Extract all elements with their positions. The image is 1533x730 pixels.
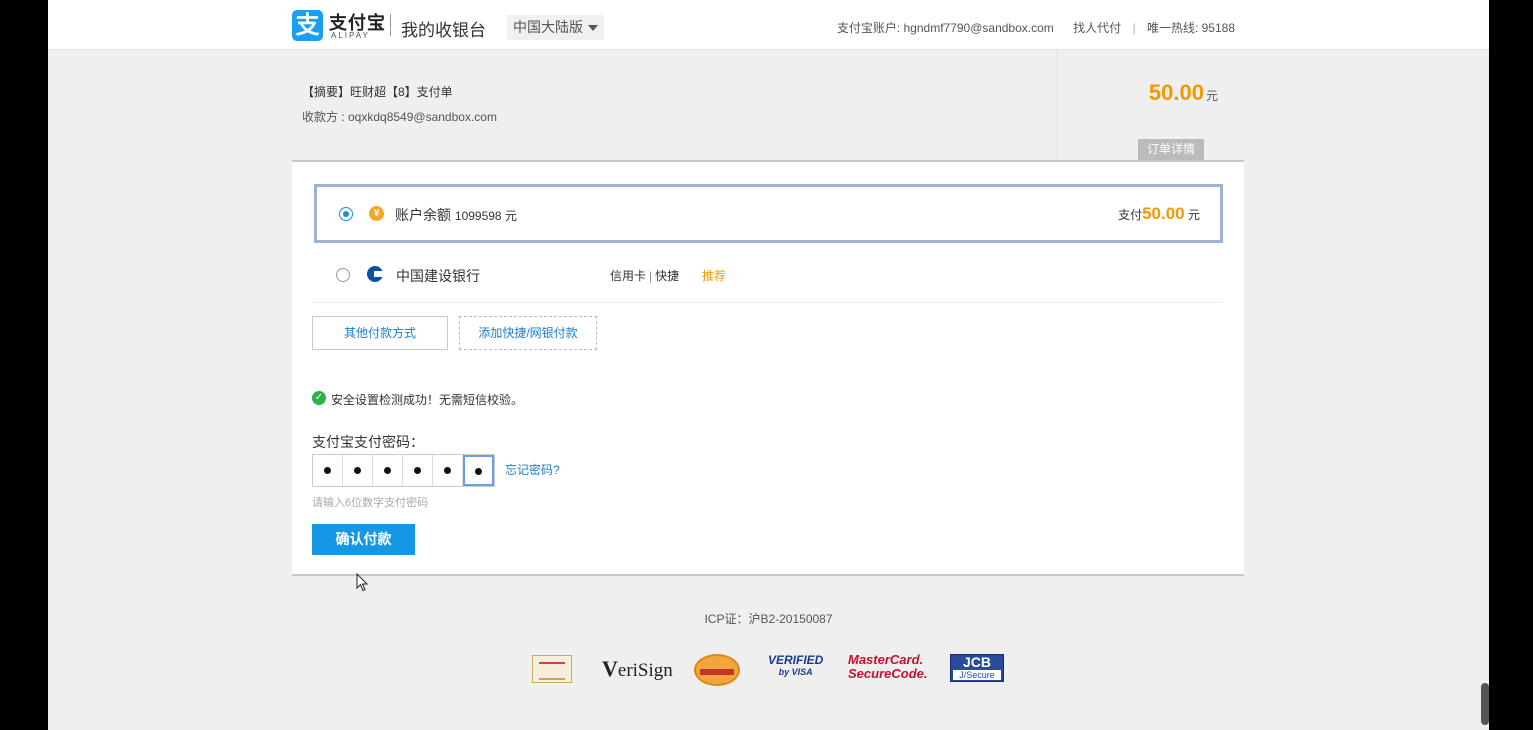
recommend-badge: 推荐 xyxy=(702,269,727,283)
order-amount-unit: 元 xyxy=(1205,89,1218,103)
scrollbar-thumb[interactable] xyxy=(1481,683,1489,725)
password-digit[interactable] xyxy=(313,455,343,486)
find-payer-link[interactable]: 找人代付 xyxy=(1073,21,1121,35)
order-amount-value: 50.00 xyxy=(1148,80,1204,105)
other-payment-methods-button[interactable]: 其他付款方式 xyxy=(312,316,448,350)
card-type-separator: | xyxy=(649,269,653,283)
ccb-label: 中国建设银行 xyxy=(396,268,480,284)
summary-divider xyxy=(1056,50,1057,160)
forgot-password-link[interactable]: 忘记密码? xyxy=(505,461,560,478)
options-divider xyxy=(312,302,1222,303)
yuan-coin-icon: ¥ xyxy=(369,206,384,221)
add-payment-method-button[interactable]: 添加快捷/网银付款 xyxy=(459,316,597,350)
region-label: 中国大陆版 xyxy=(513,19,583,35)
jcb-jsecure-badge[interactable]: JCB J/Secure xyxy=(950,654,1004,682)
visa-line-1: VERIFIED xyxy=(768,653,824,667)
alipay-logo-icon[interactable]: 支 xyxy=(292,10,323,41)
order-summary: 【摘要】旺财超【8】支付单 收款方 : oqxkdq8549@sandbox.c… xyxy=(292,50,1244,160)
order-detail-tab[interactable]: 订单详情 xyxy=(1137,139,1204,160)
password-hint: 请输入6位数字支付密码 xyxy=(312,497,429,509)
balance-name: 账户余额 xyxy=(395,207,451,223)
balance-label: 账户余额 1099598 元 xyxy=(395,205,517,225)
verisign-text: eriSign xyxy=(617,660,673,681)
password-digit[interactable] xyxy=(373,455,403,486)
mc-line-1: MasterCard. xyxy=(848,652,924,667)
icp-license: ICP证：沪B2-20150087 xyxy=(704,612,833,626)
itrus-badge-icon[interactable] xyxy=(694,654,740,686)
mouse-cursor-icon xyxy=(356,573,369,592)
payment-option-balance[interactable]: ¥ 账户余额 1099598 元 支付50.00 元 xyxy=(314,184,1223,243)
card-type-credit: 信用卡 xyxy=(610,269,647,283)
mc-line-2: SecureCode. xyxy=(848,666,928,681)
pay-unit: 元 xyxy=(1187,208,1200,222)
balance-radio[interactable] xyxy=(339,207,353,221)
region-dropdown[interactable]: 中国大陆版 xyxy=(507,15,604,40)
check-circle-icon: ✓ xyxy=(312,391,326,405)
account-label: 支付宝账户: hgndmf7790@sandbox.com xyxy=(836,21,1054,35)
header-separator: | xyxy=(1132,21,1136,35)
password-digit-active[interactable] xyxy=(463,455,494,486)
browser-viewport: 支 支付宝 ALIPAY 我的收银台 中国大陆版 支付宝账户: hgndmf77… xyxy=(48,0,1489,730)
alipay-logo-subtext: ALIPAY xyxy=(331,31,370,40)
payment-panel: ¥ 账户余额 1099598 元 支付50.00 元 中国建设银行 信用卡 | 快捷… xyxy=(292,160,1244,576)
order-amount: 50.00 元 xyxy=(1149,80,1218,106)
jcb-line-2: J/Secure xyxy=(953,670,1001,680)
password-label: 支付宝支付密码： xyxy=(312,434,424,450)
password-dot xyxy=(324,467,331,474)
security-message: 安全设置检测成功！无需短信校验。 xyxy=(331,393,524,407)
password-dot xyxy=(384,467,391,474)
account-info: 支付宝账户: hgndmf7790@sandbox.com 找人代付 | 唯一热… xyxy=(829,19,1235,36)
verisign-badge[interactable]: VeriSign xyxy=(602,656,673,692)
order-title: 【摘要】旺财超【8】支付单 xyxy=(302,85,453,99)
password-dot xyxy=(444,467,451,474)
password-dot xyxy=(354,467,361,474)
password-digit[interactable] xyxy=(343,455,373,486)
jcb-line-1: JCB xyxy=(962,654,991,670)
ccb-bank-icon xyxy=(367,266,383,282)
card-type-quick: 快捷 xyxy=(655,269,680,283)
verified-by-visa-badge[interactable]: VERIFIED by VISA xyxy=(768,654,823,690)
top-bar: 支 支付宝 ALIPAY 我的收银台 中国大陆版 支付宝账户: hgndmf77… xyxy=(48,0,1489,50)
password-digit[interactable] xyxy=(403,455,433,486)
ccb-radio[interactable] xyxy=(336,268,350,282)
confirm-payment-button[interactable]: 确认付款 xyxy=(312,524,415,555)
cnnic-badge-icon[interactable] xyxy=(532,655,572,683)
page-title: 我的收银台 xyxy=(401,21,486,40)
verisign-v: V xyxy=(602,656,618,681)
balance-pay-amount: 支付50.00 元 xyxy=(1118,204,1200,224)
password-dot xyxy=(475,468,482,475)
balance-value: 1099598 元 xyxy=(454,209,517,223)
pay-amount: 50.00 xyxy=(1142,204,1185,223)
visa-line-2: by VISA xyxy=(778,667,813,677)
pay-prefix: 支付 xyxy=(1118,208,1143,222)
password-dot xyxy=(414,467,421,474)
hotline: 唯一热线: 95188 xyxy=(1146,21,1235,35)
chevron-down-icon xyxy=(588,25,598,32)
password-input[interactable] xyxy=(312,454,495,487)
ccb-card-types: 信用卡 | 快捷 xyxy=(610,267,679,284)
mastercard-securecode-badge[interactable]: MasterCard. SecureCode. xyxy=(848,653,927,689)
logo-divider xyxy=(390,14,391,36)
payee: 收款方 : oqxkdq8549@sandbox.com xyxy=(302,110,497,124)
password-digit[interactable] xyxy=(433,455,463,486)
